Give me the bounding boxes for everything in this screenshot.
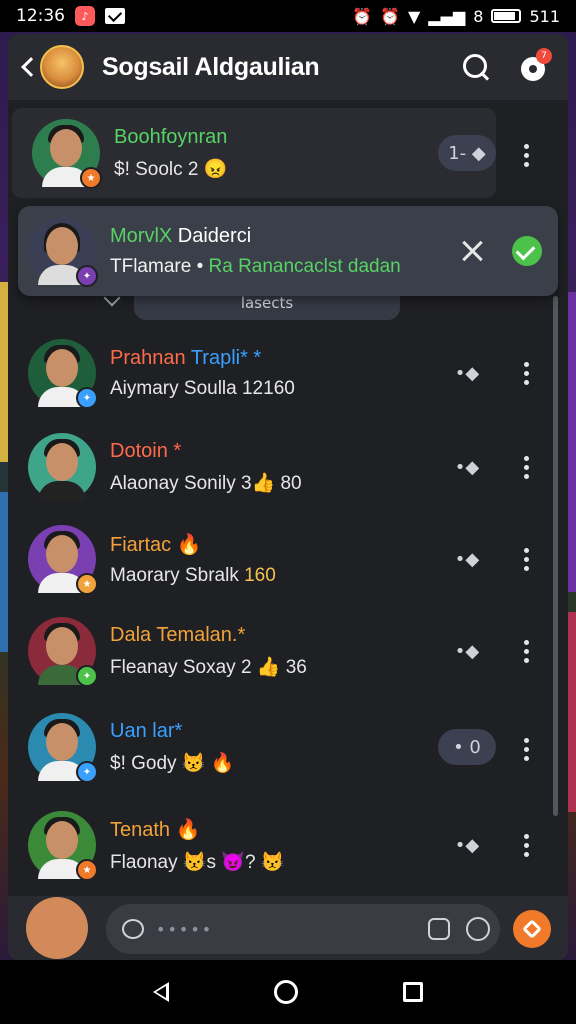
chat-subtitle-count: 160 — [244, 564, 276, 586]
message-placeholder: ••••• — [156, 919, 214, 939]
mail-notification-icon — [105, 8, 125, 24]
avatar — [28, 433, 96, 501]
notification-badge: 7 — [536, 48, 552, 64]
close-icon[interactable] — [460, 238, 486, 264]
chat-subtitle-text: Maorary Sbralk — [110, 564, 245, 586]
chat-name-primary: Prahnan — [110, 346, 186, 369]
more-options-icon[interactable] — [516, 636, 536, 666]
system-nav-bar — [0, 960, 576, 1024]
emoji-icon[interactable] — [466, 917, 490, 941]
link-icon[interactable]: •◆ — [438, 827, 496, 863]
chat-subtitle: Fleanay Soxay 2 👍 36 — [110, 656, 307, 678]
chat-name: Dotoin * — [110, 439, 182, 462]
chat-subtitle: $! Gody 😾 🔥 — [110, 752, 235, 774]
chat-name: MorvlX Daiderci — [110, 225, 401, 248]
chat-row[interactable]: ★ Tenath 🔥 Flaonay 😾s 😈? 😾 •◆ — [8, 800, 508, 890]
link-icon[interactable]: •◆ — [438, 449, 496, 485]
signal-icon: ▂▄▆ — [428, 6, 466, 26]
chat-subtitle: Alaonay Sonily 3👍 80 — [110, 472, 302, 494]
avatar: ★ — [28, 811, 98, 881]
alarm-icon: ⏰ — [352, 6, 373, 26]
link-icon[interactable]: •◆ — [438, 541, 496, 577]
link-icon[interactable]: •◆ — [438, 633, 496, 669]
chat-row[interactable]: ★ Boohfoynran $! Soolc 2 😠 1- ◆ — [12, 108, 496, 198]
battery-icon — [491, 9, 522, 23]
link-icon[interactable]: •◆ — [438, 355, 496, 391]
chat-row[interactable]: ✦ Uan lar* $! Gody 😾 🔥 • 0 — [8, 702, 508, 792]
avatar: ★ — [28, 525, 98, 595]
chat-name: Prahnan Trapli* * — [110, 347, 295, 370]
avatar: ✦ — [28, 617, 98, 687]
chat-name: Uan lar* — [110, 719, 183, 742]
chat-subtitle: Aiymary Soulla 12160 — [110, 377, 295, 399]
role-badge-icon: ✦ — [76, 387, 98, 409]
chat-subtitle: TFlamare • Ra Ranancaclst dadan — [110, 256, 401, 278]
alarm-icon: ⏰ — [380, 6, 401, 26]
chat-subtitle: Flaonay 😾s 😈? 😾 — [110, 851, 285, 873]
role-badge-icon: ✦ — [76, 265, 98, 287]
counter-pill[interactable]: • 0 — [438, 729, 496, 765]
chat-list-panel: Sogsail Aldgaulian 7 ★ Boohfoynran $! So… — [8, 34, 568, 960]
chat-name-primary: MorvlX — [110, 224, 173, 247]
chat-name: Boohfoynran — [114, 125, 228, 148]
sticker-icon[interactable] — [428, 918, 450, 940]
more-options-icon[interactable] — [516, 544, 536, 574]
nav-back-icon[interactable] — [152, 982, 169, 1002]
chat-name: Tenath 🔥 — [110, 818, 201, 841]
chat-name-secondary: Daiderci — [177, 224, 252, 247]
chat-row[interactable]: ✦ Prahnan Trapli* * Aiymary Soulla 12160… — [8, 328, 508, 418]
search-icon[interactable] — [462, 53, 490, 81]
role-badge-icon: ★ — [76, 573, 98, 595]
chat-bubble-icon — [122, 919, 144, 939]
group-avatar[interactable] — [40, 45, 84, 89]
chat-subtitle-status: Ra Ranancaclst dadan — [208, 255, 401, 277]
self-avatar[interactable] — [26, 897, 88, 959]
more-options-icon[interactable] — [516, 358, 536, 388]
send-icon — [522, 919, 542, 939]
back-arrow-icon[interactable] — [18, 57, 38, 77]
role-badge-icon: ★ — [80, 167, 102, 189]
network-speed: 511 — [529, 6, 560, 26]
network-prefix: 8 — [473, 6, 484, 26]
chat-subtitle-text: TFlamare • — [110, 255, 209, 277]
check-icon[interactable] — [512, 236, 542, 266]
counter-pill[interactable]: 1- ◆ — [438, 135, 496, 171]
status-time: 12:36 — [16, 6, 65, 26]
chat-name: Fiartac 🔥 — [110, 533, 202, 556]
more-options-icon[interactable] — [516, 452, 536, 482]
chat-row[interactable]: ★ Fiartac 🔥 Maorary Sbralk 160 •◆ — [8, 514, 508, 604]
nav-home-icon[interactable] — [273, 980, 298, 1004]
scrollbar[interactable] — [553, 296, 558, 816]
nav-recents-icon[interactable] — [403, 982, 424, 1002]
chat-subtitle: Maorary Sbralk 160 — [110, 565, 276, 587]
message-composer: ••••• — [8, 896, 568, 960]
avatar: ✦ — [28, 217, 98, 287]
avatar: ✦ — [28, 339, 98, 409]
app-notification-icon: ♪ — [75, 6, 95, 26]
settings-button[interactable]: 7 — [518, 48, 552, 82]
selected-chat-row[interactable]: ✦ MorvlX Daiderci TFlamare • Ra Ranancac… — [18, 206, 558, 296]
wifi-icon: ▼ — [408, 6, 421, 26]
avatar: ✦ — [28, 713, 98, 783]
app-header: Sogsail Aldgaulian 7 — [8, 34, 568, 100]
more-options-icon[interactable] — [516, 830, 536, 860]
more-options-icon[interactable] — [516, 734, 536, 764]
avatar: ★ — [32, 119, 102, 189]
message-input[interactable]: ••••• — [106, 904, 500, 954]
page-title: Sogsail Aldgaulian — [102, 52, 320, 81]
role-badge-icon: ★ — [76, 859, 98, 881]
chat-row[interactable]: ✦ Dala Temalan.* Fleanay Soxay 2 👍 36 •◆ — [8, 606, 508, 696]
send-button[interactable] — [513, 910, 551, 948]
role-badge-icon: ✦ — [76, 665, 98, 687]
chat-subtitle: $! Soolc 2 😠 — [114, 158, 228, 180]
chat-row[interactable]: Dotoin * Alaonay Sonily 3👍 80 •◆ — [8, 422, 508, 512]
chat-name: Dala Temalan.* — [110, 623, 246, 646]
chat-name-secondary: Trapli* * — [190, 346, 262, 369]
status-bar: 12:36 ♪ ⏰ ⏰ ▼ ▂▄▆ 8 511 — [0, 0, 576, 32]
role-badge-icon: ✦ — [76, 761, 98, 783]
more-options-icon[interactable] — [516, 140, 536, 170]
